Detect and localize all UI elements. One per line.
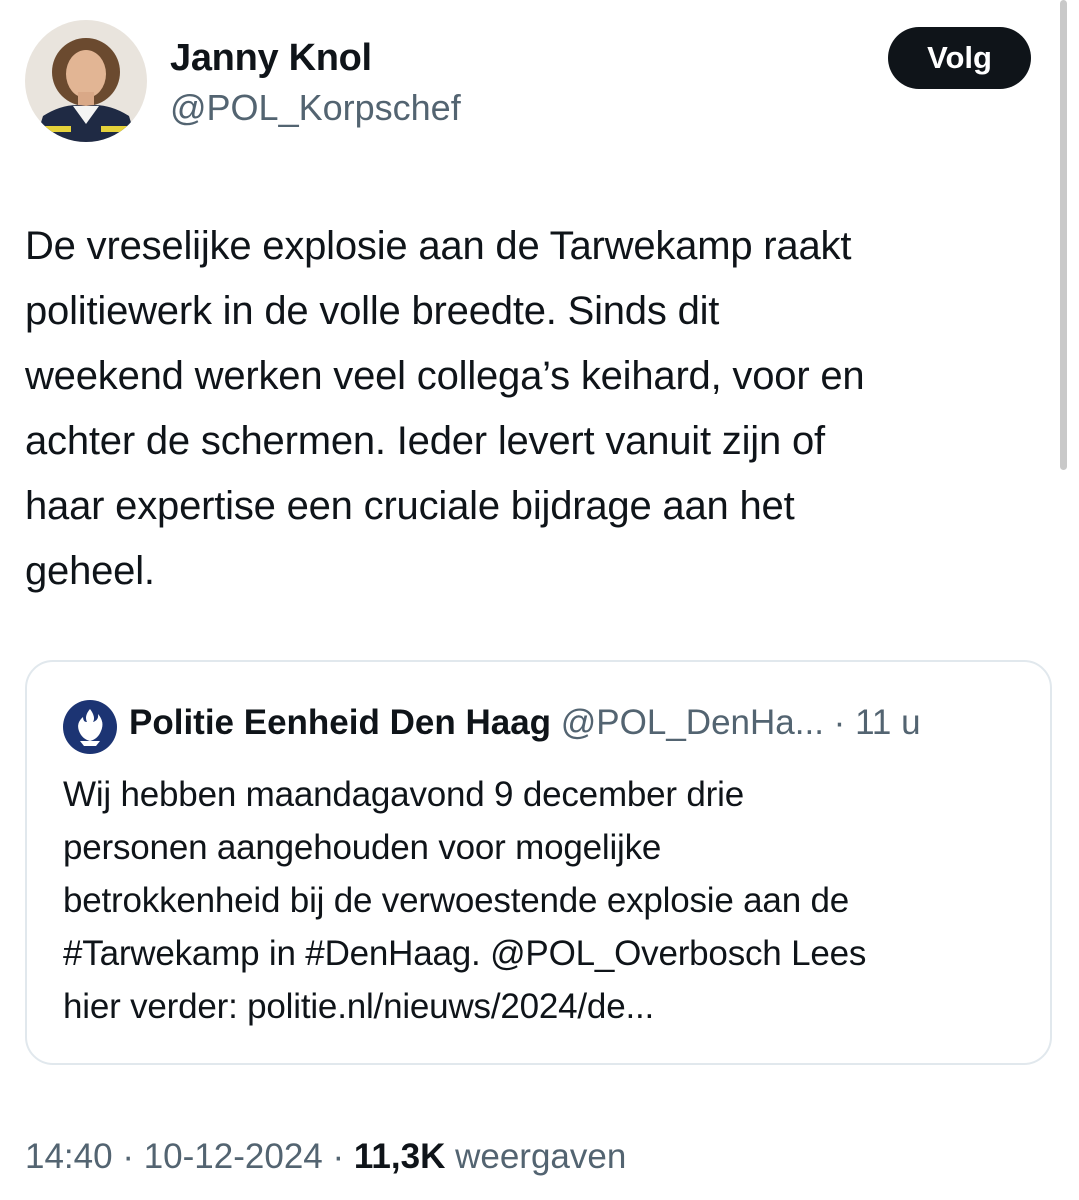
separator-dot: · [833, 703, 846, 742]
avatar[interactable] [25, 20, 147, 142]
quote-header: Politie Eenheid Den Haag @POL_DenHa... ·… [129, 703, 921, 743]
tweet-text-line: De vreselijke explosie aan de Tarwekamp … [25, 224, 852, 268]
tweet-text: De vreselijke explosie aan de Tarwekamp … [25, 214, 1060, 604]
author-name[interactable]: Janny Knol [170, 37, 372, 80]
quote-tweet-card[interactable]: Politie Eenheid Den Haag @POL_DenHa... ·… [25, 660, 1052, 1065]
tweet-text-line: achter de schermen. Ieder levert vanuit … [25, 419, 825, 463]
quote-author-handle[interactable]: @POL_DenHa... [561, 703, 824, 742]
quote-text-line: Wij hebben maandagavond 9 december drie [63, 775, 744, 814]
tweet-text-line: weekend werken veel collega’s keihard, v… [25, 354, 865, 398]
tweet-date[interactable]: 10-12-2024 [144, 1137, 323, 1176]
tweet-text-line: geheel. [25, 549, 155, 593]
separator-dot: · [332, 1137, 345, 1176]
tweet-meta: 14:40 · 10-12-2024 · 11,3K weergaven [25, 1137, 626, 1177]
tweet-text-line: politiewerk in de volle breedte. Sinds d… [25, 289, 720, 333]
views-count[interactable]: 11,3K [354, 1137, 445, 1176]
quote-author-name[interactable]: Politie Eenheid Den Haag [129, 703, 551, 742]
quote-text-line: #Tarwekamp in #DenHaag. @POL_Overbosch L… [63, 934, 867, 973]
quote-text-line: personen aangehouden voor mogelijke [63, 828, 662, 867]
separator-dot: · [122, 1137, 134, 1176]
quote-text: Wij hebben maandagavond 9 december drie … [63, 768, 1038, 1033]
views-label: weergaven [455, 1137, 627, 1176]
tweet-text-line: haar expertise een cruciale bijdrage aan… [25, 484, 795, 528]
author-handle[interactable]: @POL_Korpschef [170, 87, 461, 129]
quote-text-line: betrokkenheid bij de verwoestende explos… [63, 881, 850, 920]
police-logo-icon [63, 700, 117, 754]
tweet-header: Janny Knol @POL_Korpschef Volg [0, 0, 1079, 160]
quote-text-line: hier verder: politie.nl/nieuws/2024/de..… [63, 987, 655, 1026]
tweet-time[interactable]: 14:40 [25, 1137, 113, 1176]
follow-button[interactable]: Volg [888, 27, 1031, 89]
quote-timestamp[interactable]: 11 u [855, 703, 921, 742]
